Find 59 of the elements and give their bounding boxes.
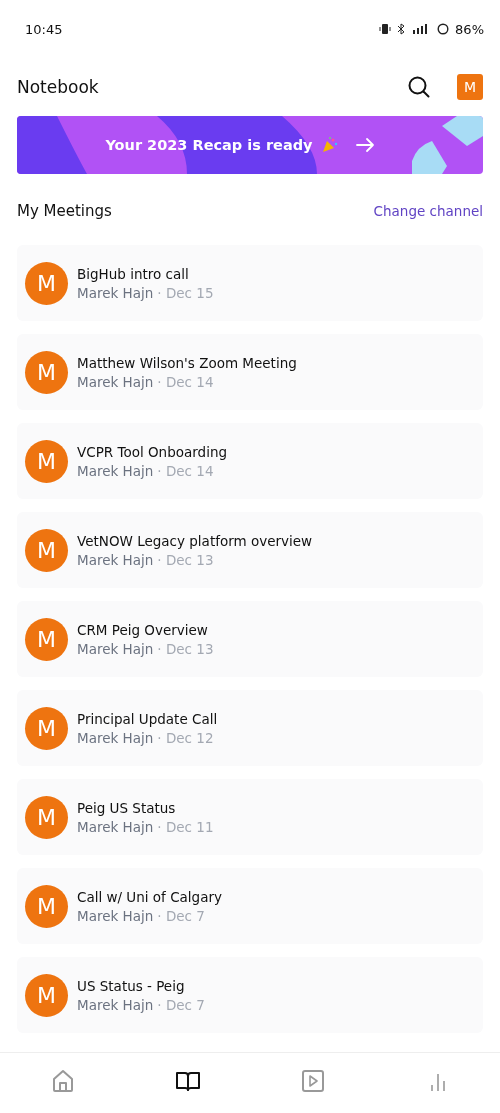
meeting-card[interactable]: M Peig US Status Marek Hajn · Dec 11 xyxy=(17,779,483,855)
meeting-owner: Marek Hajn xyxy=(77,818,154,835)
user-avatar: M xyxy=(25,261,68,305)
meeting-card[interactable]: M BigHub intro call Marek Hajn · Dec 15 xyxy=(17,245,483,321)
meeting-date: · Dec 14 xyxy=(157,373,214,390)
meeting-title: Principal Update Call xyxy=(77,710,218,727)
meeting-owner: Marek Hajn xyxy=(77,907,154,924)
user-avatar: M xyxy=(25,706,68,750)
bluetooth-icon xyxy=(397,23,406,35)
meeting-title: Call w/ Uni of Calgary xyxy=(77,888,222,905)
meeting-card[interactable]: M Principal Update Call Marek Hajn · Dec 12 xyxy=(17,690,483,766)
meeting-title: US Status - Peig xyxy=(77,977,186,994)
meeting-date: · Dec 12 xyxy=(157,729,214,746)
meeting-owner: Marek Hajn xyxy=(77,996,154,1013)
vibrate-icon xyxy=(379,23,392,35)
section-title: My Meetings xyxy=(17,202,112,220)
party-popper-icon xyxy=(320,136,339,154)
meeting-owner: Marek Hajn xyxy=(77,729,154,746)
clock-time: 10:45 xyxy=(25,21,63,37)
meeting-owner: Marek Hajn xyxy=(77,551,154,568)
user-avatar: M xyxy=(25,528,68,572)
meeting-date: · Dec 13 xyxy=(157,551,214,568)
meeting-card[interactable]: M US Status - Peig Marek Hajn · Dec 7 xyxy=(17,957,483,1033)
battery-icon xyxy=(437,23,450,35)
meeting-title: VetNOW Legacy platform overview xyxy=(77,532,313,549)
meeting-card[interactable]: M VCPR Tool Onboarding Marek Hajn · Dec 14 xyxy=(17,423,483,499)
user-avatar: M xyxy=(25,439,68,483)
meeting-date: · Dec 7 xyxy=(157,907,205,924)
meeting-owner: Marek Hajn xyxy=(77,373,154,390)
change-channel-link[interactable]: Change channel xyxy=(373,203,483,219)
meeting-card[interactable]: M Matthew Wilson's Zoom Meeting Marek Hajn · Dec 14 xyxy=(17,334,483,410)
banner-text: Your 2023 Recap is ready xyxy=(105,137,313,153)
user-avatar: M xyxy=(25,973,68,1017)
meeting-card[interactable]: M Call w/ Uni of Calgary Marek Hajn · Dec 7 xyxy=(17,868,483,944)
meeting-title: CRM Peig Overview xyxy=(77,621,209,638)
meeting-card[interactable]: M CRM Peig Overview Marek Hajn · Dec 13 xyxy=(17,601,483,677)
meeting-owner: Marek Hajn xyxy=(77,284,154,301)
arrow-right-icon xyxy=(354,137,375,153)
meeting-date: · Dec 15 xyxy=(157,284,214,301)
meeting-card[interactable]: M VetNOW Legacy platform overview Marek Hajn · Dec 13 xyxy=(17,512,483,588)
meeting-date: · Dec 11 xyxy=(157,818,214,835)
meeting-title: Peig US Status xyxy=(77,799,177,816)
meeting-date: · Dec 13 xyxy=(157,640,214,657)
meeting-title: Matthew Wilson's Zoom Meeting xyxy=(77,354,297,371)
play-icon[interactable] xyxy=(299,1068,326,1094)
recap-banner[interactable]: Your 2023 Recap is ready xyxy=(17,116,483,174)
meeting-title: VCPR Tool Onboarding xyxy=(77,443,228,460)
page-title: Notebook xyxy=(17,77,99,97)
meeting-title: BigHub intro call xyxy=(77,265,190,282)
battery-percent: 86% xyxy=(455,21,484,37)
meeting-date: · Dec 14 xyxy=(157,462,214,479)
user-avatar: M xyxy=(25,795,68,839)
user-avatar: M xyxy=(25,617,68,661)
user-avatar: M xyxy=(25,884,68,928)
user-avatar: M xyxy=(25,350,68,394)
meeting-owner: Marek Hajn xyxy=(77,462,154,479)
search-icon[interactable] xyxy=(407,75,431,99)
meeting-date: · Dec 7 xyxy=(157,996,205,1013)
meeting-owner: Marek Hajn xyxy=(77,640,154,657)
